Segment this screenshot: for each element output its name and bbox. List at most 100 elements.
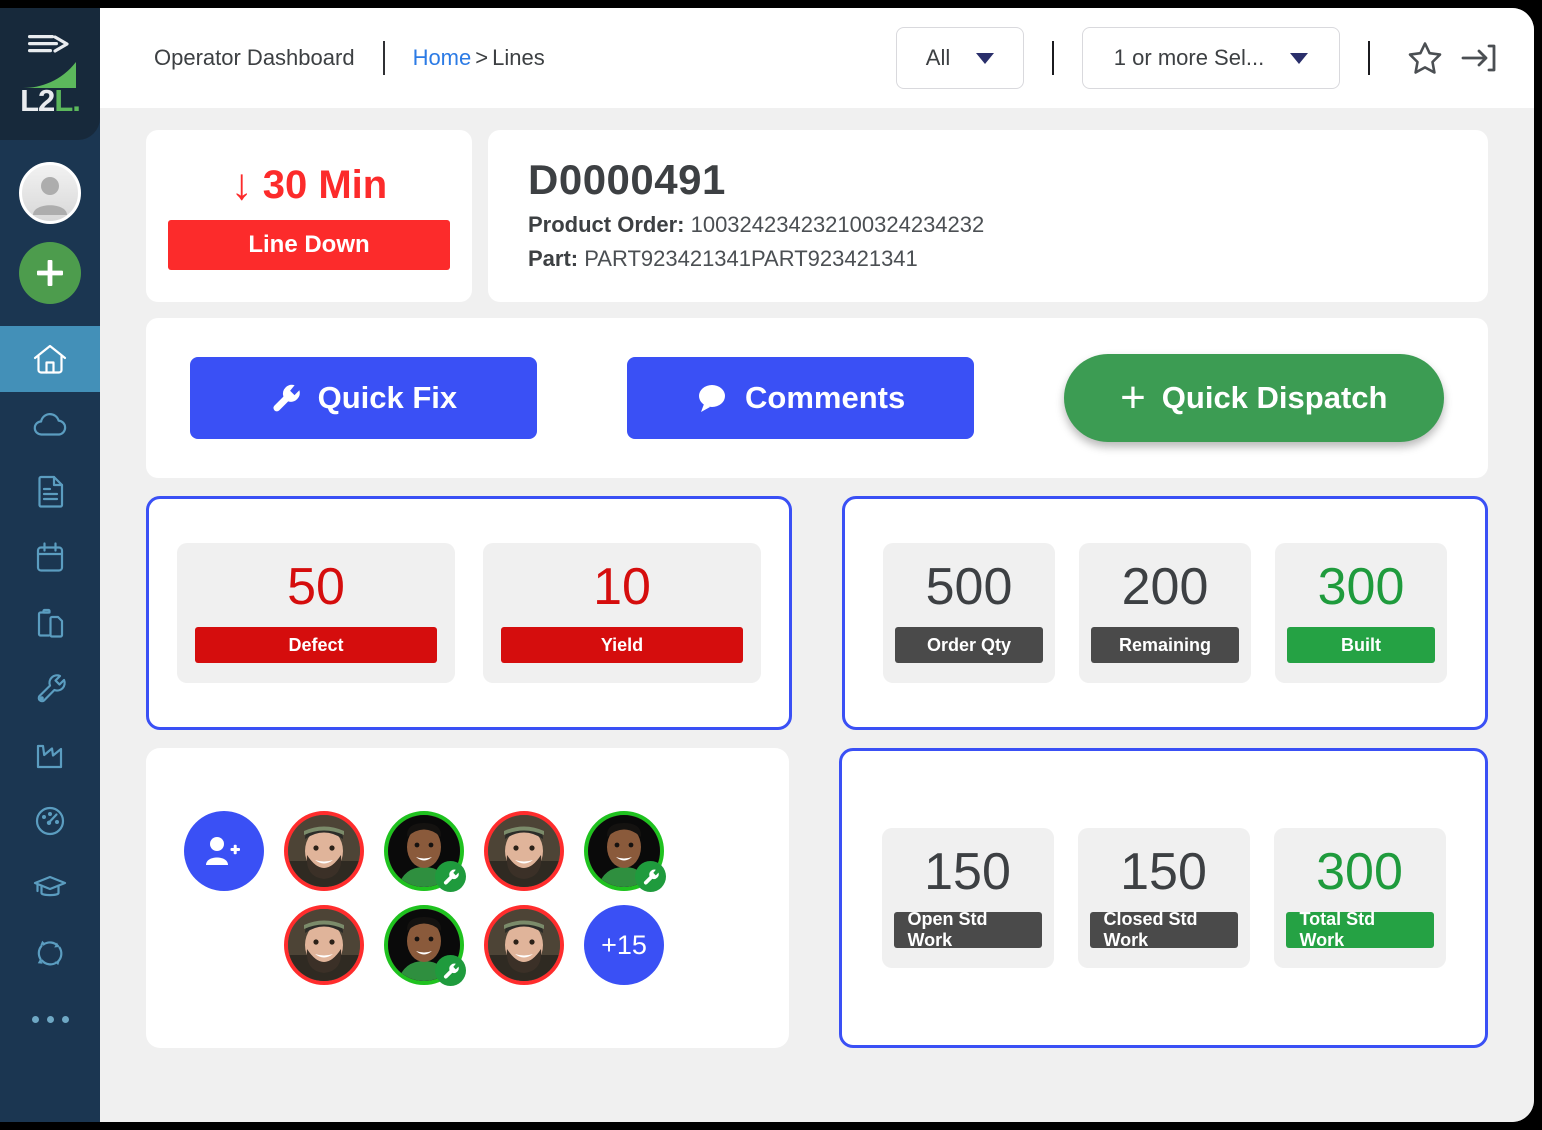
logo-wordmark: L2L. bbox=[20, 82, 81, 118]
header-divider-3 bbox=[1368, 41, 1370, 75]
maintenance-badge bbox=[435, 861, 466, 892]
breadcrumb-link-home[interactable]: Home bbox=[413, 45, 472, 70]
remaining-value: 200 bbox=[1121, 558, 1209, 616]
defect-value: 50 bbox=[287, 558, 345, 616]
quick-dispatch-label: Quick Dispatch bbox=[1161, 380, 1388, 415]
sidebar-item-cycles[interactable] bbox=[0, 920, 100, 986]
team-avatar-row-2: +15 bbox=[184, 905, 751, 986]
ellipsis-icon bbox=[31, 1015, 69, 1023]
logo-text-accent: L bbox=[54, 82, 73, 118]
app-window: L2L. Operator Dashboard Home > Lines All… bbox=[0, 8, 1534, 1122]
metric-tile-remaining[interactable]: 200 Remaining bbox=[1079, 543, 1251, 683]
comments-button[interactable]: Comments bbox=[626, 357, 974, 439]
gauge-icon bbox=[35, 806, 65, 836]
sidebar-add-button[interactable] bbox=[19, 242, 81, 304]
maintenance-badge bbox=[435, 955, 466, 986]
header-controls: All 1 or more Sel... bbox=[896, 27, 1506, 89]
wrench-icon bbox=[643, 869, 659, 885]
home-icon bbox=[33, 344, 67, 374]
status-badge[interactable]: Line Down bbox=[168, 219, 450, 270]
avatar bbox=[284, 905, 364, 985]
sidebar-item-calendar[interactable] bbox=[0, 524, 100, 590]
avatar bbox=[284, 811, 364, 891]
cloud-icon bbox=[33, 413, 67, 436]
chevron-down-icon bbox=[1290, 52, 1309, 64]
metric-tile-defect[interactable]: 50 Defect bbox=[177, 543, 455, 683]
wrench-icon bbox=[273, 384, 300, 412]
quick-dispatch-button[interactable]: + Quick Dispatch bbox=[1063, 354, 1444, 442]
downtime-timer: ↓ 30 Min bbox=[231, 163, 387, 208]
metric-tile-built[interactable]: 300 Built bbox=[1275, 543, 1447, 683]
add-remove-member-slot bbox=[184, 811, 264, 891]
overflow-members-button[interactable]: +15 bbox=[584, 905, 664, 985]
remaining-label: Remaining bbox=[1091, 627, 1239, 663]
sign-in-button[interactable] bbox=[1452, 31, 1506, 85]
favorite-button[interactable] bbox=[1398, 31, 1452, 85]
comments-label: Comments bbox=[745, 380, 906, 415]
header-divider-1 bbox=[382, 41, 385, 75]
yield-value: 10 bbox=[593, 558, 651, 616]
filter-selection-dropdown[interactable]: 1 or more Sel... bbox=[1082, 27, 1340, 89]
sidebar-item-home[interactable] bbox=[0, 326, 100, 392]
sidebar-profile-avatar[interactable] bbox=[19, 162, 81, 224]
metric-tile-order-qty[interactable]: 500 Order Qty bbox=[883, 543, 1055, 683]
defect-label: Defect bbox=[195, 627, 437, 663]
order-info-card: D0000491 Product Order: 1003242342321003… bbox=[488, 130, 1488, 302]
metrics-row-2: +15 150 Open Std Work 150 Closed Std Wor… bbox=[146, 748, 1488, 1048]
team-member-slot[interactable] bbox=[484, 811, 564, 891]
line-status-card: ↓ 30 Min Line Down bbox=[146, 130, 472, 302]
product-order-line: Product Order: 100324234232100324234232 bbox=[528, 212, 1448, 238]
plus-icon bbox=[37, 260, 63, 286]
metric-tile-yield[interactable]: 10 Yield bbox=[483, 543, 761, 683]
team-member-slot[interactable] bbox=[384, 811, 466, 892]
person-photo bbox=[288, 909, 360, 981]
add-remove-member-button[interactable] bbox=[184, 811, 264, 891]
breadcrumb-separator: > bbox=[475, 45, 489, 70]
team-member-slot[interactable] bbox=[284, 811, 364, 891]
left-sidebar: L2L. bbox=[0, 8, 100, 1122]
breadcrumb-current: Lines bbox=[492, 45, 545, 70]
main-area: Operator Dashboard Home > Lines All 1 or m… bbox=[100, 8, 1534, 1122]
standard-work-panel: 150 Open Std Work 150 Closed Std Work 30… bbox=[839, 748, 1488, 1048]
sidebar-item-clipboard[interactable] bbox=[0, 590, 100, 656]
wrench-icon bbox=[37, 674, 66, 703]
team-member-slot[interactable] bbox=[484, 905, 564, 985]
closed-std-work-label: Closed Std Work bbox=[1089, 909, 1238, 950]
sidebar-item-more[interactable] bbox=[0, 986, 100, 1052]
team-member-slot[interactable] bbox=[384, 905, 466, 986]
person-photo bbox=[488, 815, 560, 887]
part-value: PART923421341PART923421341 bbox=[584, 246, 918, 272]
sidebar-item-training[interactable] bbox=[0, 854, 100, 920]
comment-bubble-icon bbox=[699, 385, 726, 412]
order-qty-value: 500 bbox=[925, 558, 1013, 616]
sidebar-nav bbox=[0, 326, 100, 1052]
total-std-work-value: 300 bbox=[1316, 843, 1403, 901]
order-metrics-panel: 500 Order Qty 200 Remaining 300 Built bbox=[842, 496, 1488, 730]
calendar-icon bbox=[36, 542, 64, 572]
team-member-slot[interactable] bbox=[584, 811, 666, 892]
closed-std-work-value: 150 bbox=[1120, 843, 1207, 901]
metrics-row-1: 50 Defect 10 Yield 500 Order Qty 200 Rem… bbox=[146, 496, 1488, 730]
metric-tile-total-std-work[interactable]: 300 Total Std Work bbox=[1273, 828, 1446, 968]
team-member-slot[interactable] bbox=[284, 905, 364, 985]
clipboard-icon bbox=[37, 608, 64, 638]
sidebar-item-documents[interactable] bbox=[0, 458, 100, 524]
product-order-label: Product Order: bbox=[528, 212, 685, 238]
team-members-panel: +15 bbox=[146, 748, 789, 1048]
sidebar-item-maintenance[interactable] bbox=[0, 656, 100, 722]
metric-tile-closed-std-work[interactable]: 150 Closed Std Work bbox=[1077, 828, 1250, 968]
quick-fix-button[interactable]: Quick Fix bbox=[190, 357, 537, 439]
sidebar-item-production[interactable] bbox=[0, 722, 100, 788]
sidebar-item-cloud[interactable] bbox=[0, 392, 100, 458]
header-divider-2 bbox=[1052, 41, 1054, 75]
menu-arrow-icon bbox=[28, 34, 69, 53]
filter-all-dropdown[interactable]: All bbox=[896, 27, 1024, 89]
order-qty-label: Order Qty bbox=[895, 627, 1043, 663]
avatar bbox=[484, 905, 564, 985]
product-order-value: 100324234232100324234232 bbox=[690, 212, 985, 238]
app-logo[interactable]: L2L. bbox=[0, 8, 100, 140]
wrench-icon bbox=[443, 963, 459, 979]
user-add-remove-icon bbox=[206, 837, 240, 865]
sidebar-item-performance[interactable] bbox=[0, 788, 100, 854]
metric-tile-open-std-work[interactable]: 150 Open Std Work bbox=[881, 828, 1054, 968]
